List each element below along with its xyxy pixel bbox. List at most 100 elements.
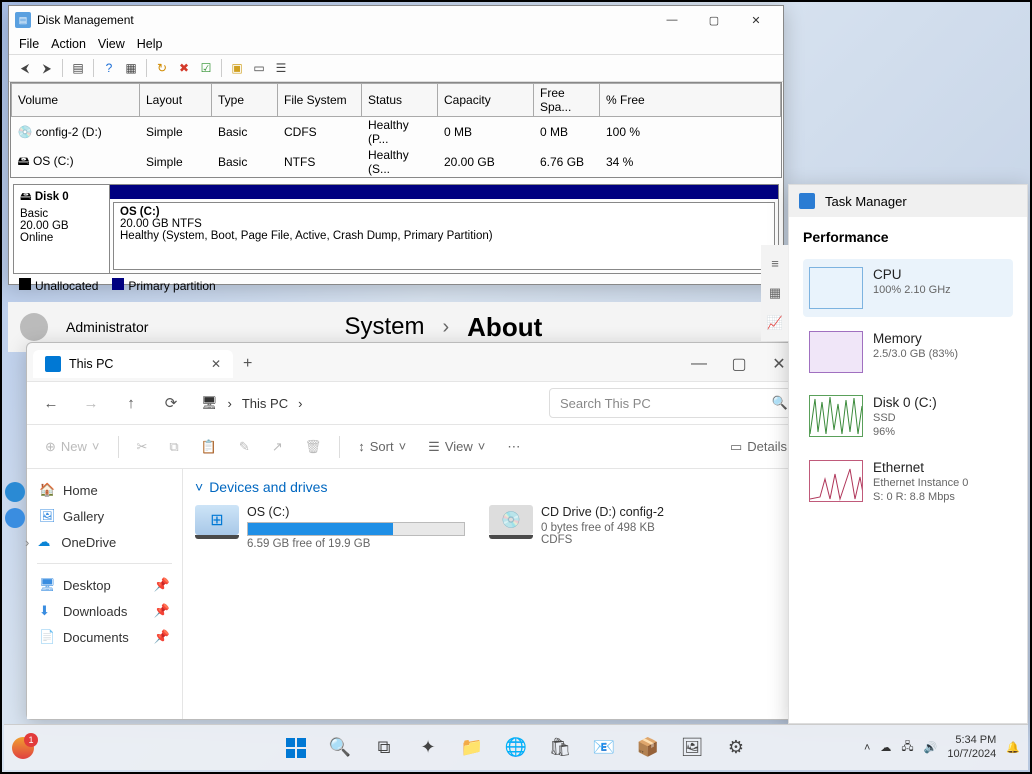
cut-icon[interactable]: ✂ <box>129 431 156 463</box>
sidebar-item-downloads[interactable]: ⬇Downloads📌 <box>31 598 178 624</box>
refresh-icon[interactable]: ↻ <box>152 58 172 78</box>
drive-cd-d[interactable]: 💿 CD Drive (D:) config-2 0 bytes free of… <box>489 505 759 550</box>
hamburger-icon[interactable]: ≡ <box>765 253 785 273</box>
partition-os[interactable]: OS (C:) 20.00 GB NTFS Healthy (System, B… <box>113 202 775 270</box>
copy-icon[interactable]: ⧉ <box>161 431 186 463</box>
delete-icon[interactable]: ✖ <box>174 58 194 78</box>
metric-disk[interactable]: Disk 0 (C:)SSD96% <box>803 387 1013 446</box>
tray-chevron-icon[interactable]: ˄ <box>864 742 870 754</box>
drive-os-c[interactable]: ⊞ OS (C:) 6.59 GB free of 19.9 GB <box>195 505 465 550</box>
up-button[interactable]: ↑ <box>113 385 149 421</box>
app-icon <box>5 508 25 528</box>
new-button[interactable]: ⊕ New ˅ <box>37 431 108 463</box>
col-cap[interactable]: Capacity <box>438 84 534 117</box>
processes-icon[interactable]: ▦ <box>765 283 785 303</box>
volume-tray-icon[interactable]: 🔊 <box>924 741 938 754</box>
search-button[interactable]: 🔍 <box>322 730 358 766</box>
sort-button[interactable]: ↕ Sort ˅ <box>350 431 414 463</box>
start-button[interactable] <box>278 730 314 766</box>
notifications-icon[interactable]: 🔔 <box>1006 741 1020 754</box>
menu-help[interactable]: Help <box>137 37 163 51</box>
sidebar-item-documents[interactable]: 📄Documents📌 <box>31 624 178 650</box>
tab-this-pc[interactable]: This PC ✕ <box>33 350 233 378</box>
search-input[interactable]: Search This PC 🔍 <box>549 388 799 418</box>
back-button[interactable]: ← <box>33 385 69 421</box>
rename-icon[interactable]: ✎ <box>231 431 258 463</box>
store-button[interactable]: 🛍 <box>542 730 578 766</box>
performance-icon[interactable]: 📈 <box>765 313 785 333</box>
close-button[interactable]: ✕ <box>735 6 777 34</box>
help-icon[interactable]: ? <box>99 58 119 78</box>
settings-button[interactable]: ⚙ <box>718 730 754 766</box>
col-volume[interactable]: Volume <box>12 84 140 117</box>
paste-icon[interactable]: 📋 <box>193 431 225 463</box>
copilot-button[interactable]: ✦ <box>410 730 446 766</box>
volume-list[interactable]: Volume Layout Type File System Status Ca… <box>10 82 782 178</box>
file-explorer-button[interactable]: 📁 <box>454 730 490 766</box>
task-view-button[interactable]: ⧉ <box>366 730 402 766</box>
metric-memory[interactable]: Memory2.5/3.0 GB (83%) <box>803 323 1013 381</box>
col-pct[interactable]: % Free <box>600 84 781 117</box>
widgets-button[interactable]: 1 <box>12 737 34 759</box>
minimize-button[interactable]: — <box>651 6 693 34</box>
more-button[interactable]: ⋯ <box>499 431 528 463</box>
clock[interactable]: 5:34 PM 10/7/2024 <box>947 734 996 760</box>
taskbar[interactable]: 1 🔍 ⧉ ✦ 📁 🌐 🛍 📧 📦 🖼 ⚙ ˄ ☁ 🖧 🔊 5:34 PM 10… <box>4 724 1028 770</box>
back-icon[interactable]: ⮜ <box>15 58 35 78</box>
delete-icon[interactable]: 🗑 <box>297 431 330 463</box>
sidebar-item-desktop[interactable]: 🖥Desktop📌 <box>31 572 178 598</box>
title-bar[interactable]: ▤ Disk Management — ▢ ✕ <box>9 6 783 34</box>
forward-button[interactable]: → <box>73 385 109 421</box>
maximize-button[interactable]: ▢ <box>719 350 759 378</box>
chevron-down-icon: ˅ <box>195 479 203 495</box>
forward-icon[interactable]: ⮞ <box>37 58 57 78</box>
console-icon[interactable]: ▭ <box>249 58 269 78</box>
volume-row[interactable]: 🖴 OS (C:) Simple Basic NTFS Healthy (S..… <box>12 147 781 177</box>
edge-button[interactable]: 🌐 <box>498 730 534 766</box>
menu-view[interactable]: View <box>98 37 125 51</box>
new-tab-button[interactable]: + <box>243 355 252 373</box>
share-icon[interactable]: ↗ <box>264 431 291 463</box>
system-tray[interactable]: ˄ ☁ 🖧 🔊 5:34 PM 10/7/2024 🔔 <box>864 734 1020 760</box>
col-fs[interactable]: File System <box>278 84 362 117</box>
disk-graphical-view[interactable]: 🖴 Disk 0 Basic 20.00 GB Online OS (C:) 2… <box>13 184 779 274</box>
outlook-button[interactable]: 📧 <box>586 730 622 766</box>
mem-graph <box>809 331 863 373</box>
search-icon: 🔍 <box>772 395 788 411</box>
section-devices[interactable]: ˅Devices and drives <box>195 479 793 495</box>
app2-button[interactable]: 📦 <box>630 730 666 766</box>
sidebar-item-onedrive[interactable]: ›☁OneDrive <box>31 529 178 555</box>
avatar[interactable] <box>20 313 48 341</box>
volume-row[interactable]: 💿 config-2 (D:) Simple Basic CDFS Health… <box>12 117 781 148</box>
show-hide-icon[interactable]: ▤ <box>68 58 88 78</box>
minimize-button[interactable]: — <box>679 350 719 378</box>
onedrive-tray-icon[interactable]: ☁ <box>880 741 891 754</box>
check-icon[interactable]: ☑ <box>196 58 216 78</box>
col-status[interactable]: Status <box>362 84 438 117</box>
photos-button[interactable]: 🖼 <box>674 730 710 766</box>
refresh-button[interactable]: ⟳ <box>153 385 189 421</box>
close-tab-icon[interactable]: ✕ <box>211 357 221 371</box>
breadcrumb-system[interactable]: System <box>344 313 424 341</box>
action1-icon[interactable]: ▣ <box>227 58 247 78</box>
sidebar-item-home[interactable]: 🏠Home <box>31 477 178 503</box>
metric-cpu[interactable]: CPU100% 2.10 GHz <box>803 259 1013 317</box>
col-type[interactable]: Type <box>212 84 278 117</box>
maximize-button[interactable]: ▢ <box>693 6 735 34</box>
col-free[interactable]: Free Spa... <box>534 84 600 117</box>
menu-file[interactable]: File <box>19 37 39 51</box>
disk-header[interactable]: 🖴 Disk 0 Basic 20.00 GB Online <box>14 185 110 273</box>
details-button[interactable]: ▭ Details <box>722 431 795 463</box>
title-bar[interactable]: Task Manager <box>789 185 1027 217</box>
metric-ethernet[interactable]: EthernetEthernet Instance 0S: 0 R: 8.8 M… <box>803 452 1013 511</box>
content-pane[interactable]: ˅Devices and drives ⊞ OS (C:) 6.59 GB fr… <box>183 469 805 719</box>
col-layout[interactable]: Layout <box>140 84 212 117</box>
menu-action[interactable]: Action <box>51 37 86 51</box>
properties-icon[interactable]: ▦ <box>121 58 141 78</box>
list-icon[interactable]: ☰ <box>271 58 291 78</box>
breadcrumb[interactable]: 🖥› This PC› <box>193 395 545 411</box>
view-button[interactable]: ☰ View ˅ <box>420 431 493 463</box>
network-tray-icon[interactable]: 🖧 <box>901 738 913 757</box>
sidebar-item-gallery[interactable]: 🖼Gallery <box>31 503 178 529</box>
cd-drive-icon: 💿 <box>489 505 533 535</box>
